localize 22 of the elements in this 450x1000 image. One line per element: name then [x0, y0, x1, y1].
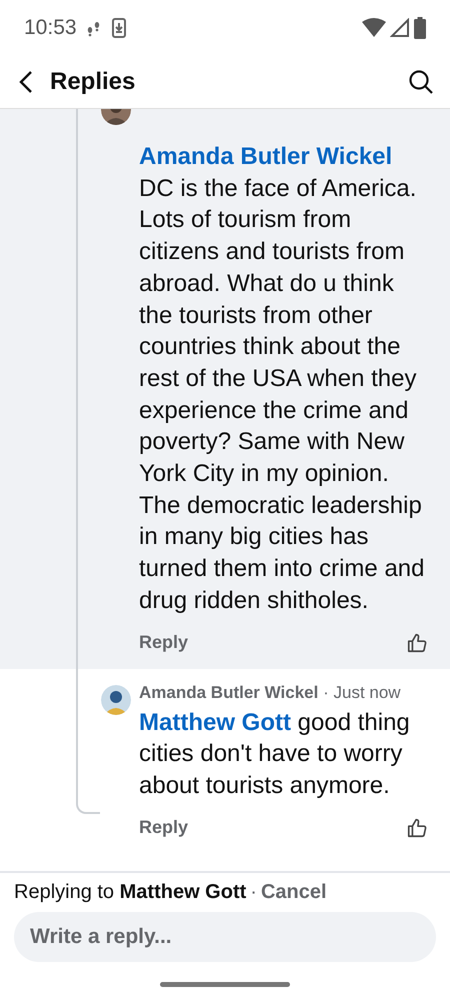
like-icon[interactable]	[406, 816, 428, 839]
reply-input-field[interactable]: Write a reply...	[14, 912, 436, 962]
back-icon[interactable]	[18, 70, 34, 94]
comment-text: Matthew Gott good thing cities don't have to worry about tourists anymore.	[139, 708, 411, 801]
avatar[interactable]	[101, 684, 131, 715]
like-icon[interactable]	[406, 632, 428, 654]
comment-meta: Amanda Butler Wickel · Just now	[139, 682, 402, 703]
page-title: Replies	[50, 68, 136, 96]
reply-link[interactable]: Reply	[139, 632, 188, 654]
wifi-icon	[362, 18, 386, 38]
comment-text: Amanda Butler Wickel DC is the face of America. Lots of tourism from citizens and tourists from abroad. What do u think the tourists from other countries think about the rest of the USA when they experience the crime and poverty? Same with New York City in my opinion. The democratic leadership in many big cities has turned them into crime and drug ridden shitholes.	[139, 142, 426, 616]
separator-dot: ·	[250, 881, 257, 904]
cancel-link[interactable]: Cancel	[260, 881, 327, 904]
download-icon	[110, 18, 127, 38]
replying-to-text: Replying to Matthew Gott	[14, 881, 246, 904]
mention-link[interactable]: Amanda Butler Wickel	[139, 143, 392, 170]
search-icon[interactable]	[408, 69, 434, 95]
status-time: 10:53	[24, 16, 77, 40]
battery-icon	[414, 17, 426, 39]
reply-link[interactable]: Reply	[139, 817, 188, 838]
signal-icon	[390, 18, 410, 38]
mention-link[interactable]: Matthew Gott	[139, 708, 291, 736]
